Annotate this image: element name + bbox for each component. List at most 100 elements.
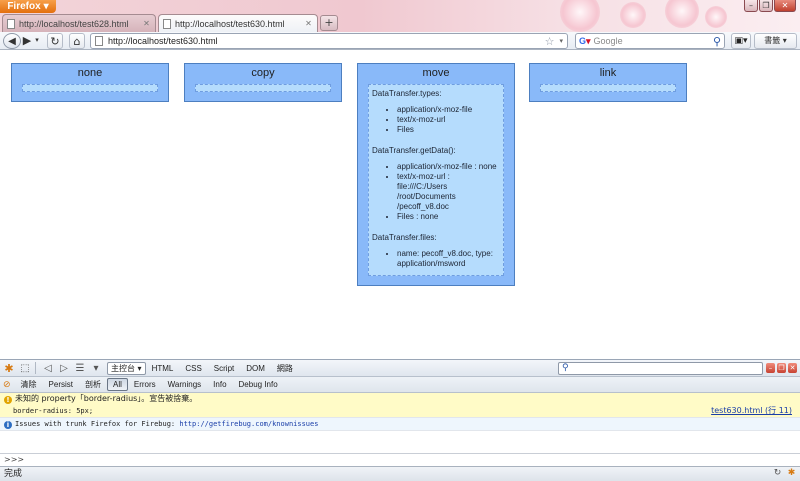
filter-warnings-button[interactable]: Warnings	[162, 380, 208, 389]
list-item: application/x-moz-file	[397, 105, 500, 115]
console-info-row: i Issues with trunk Firefox for Firebug: …	[0, 418, 800, 431]
tab-net[interactable]: 網路	[271, 363, 299, 374]
title-bar: Firefox ▾ – ❐ ✕ http://localhost/test628…	[0, 0, 800, 32]
clear-button[interactable]: 清除	[15, 379, 43, 390]
minimize-button[interactable]: –	[744, 0, 758, 12]
reload-icon: ↻	[50, 35, 60, 48]
google-icon[interactable]: G▾	[579, 36, 591, 47]
drop-zone[interactable]	[195, 84, 331, 92]
list-item: name: pecoff_v8.doc, type: application/m…	[397, 249, 500, 269]
warning-detail: border-radius: 5px;	[13, 407, 94, 415]
chevron-down-icon[interactable]: ▾	[89, 362, 103, 375]
filter-errors-button[interactable]: Errors	[128, 380, 162, 389]
drop-zone[interactable]	[540, 84, 676, 92]
bookmarks-label: 書籤	[764, 36, 781, 45]
info-icon: i	[4, 421, 12, 429]
close-icon[interactable]: ✕	[788, 363, 797, 373]
search-input[interactable]: Google	[594, 36, 710, 46]
firefox-menu-button[interactable]: Firefox ▾	[0, 0, 56, 13]
tab-css[interactable]: CSS	[179, 364, 207, 373]
forward-button[interactable]: ▶	[21, 33, 33, 49]
tab-html[interactable]: HTML	[146, 364, 180, 373]
arrow-left-icon[interactable]: ◁	[41, 362, 55, 375]
clear-icon[interactable]: ⊘	[3, 380, 11, 390]
list-item: text/x-moz-url : file:///C:/Users /root/…	[397, 172, 500, 212]
url-bar[interactable]: http://localhost/test630.html ☆ ▾	[90, 33, 568, 49]
drop-box-link[interactable]: link	[529, 63, 687, 102]
console-toolbar: ⊘ 清除 Persist 剖析 All Errors Warnings Info…	[0, 377, 800, 393]
types-heading: DataTransfer.types:	[372, 89, 442, 98]
home-icon: ⌂	[73, 35, 81, 48]
reload-button[interactable]: ↻	[47, 33, 63, 49]
getdata-heading: DataTransfer.getData():	[372, 146, 456, 155]
drop-box-none[interactable]: none	[11, 63, 169, 102]
star-icon[interactable]: ☆	[545, 35, 555, 48]
page-icon	[95, 36, 103, 46]
tab-script[interactable]: Script	[208, 364, 240, 373]
profile-button[interactable]: 剖析	[79, 379, 107, 390]
chevron-down-icon: ▾	[35, 36, 39, 44]
console-warning-row: ! 未知的 property「border-radius」。宣告被捨棄。 bord…	[0, 393, 800, 418]
home-button[interactable]: ⌂	[69, 33, 85, 49]
history-dropdown[interactable]: ▾	[33, 33, 41, 49]
drop-zone[interactable]	[22, 84, 158, 92]
search-icon: ⚲	[562, 363, 569, 373]
types-list: application/x-moz-file text/x-moz-url Fi…	[372, 105, 500, 135]
list-item: text/x-moz-url	[397, 115, 500, 125]
url-text[interactable]: http://localhost/test630.html	[108, 36, 540, 46]
firebug-toolbar: ✱ ⬚ ◁ ▷ ☰ ▾ 主控台 ▾ HTML CSS Script DOM 網路…	[0, 360, 800, 377]
window-controls: – ❐ ✕	[744, 0, 796, 12]
firebug-search-input[interactable]: ⚲	[558, 362, 763, 375]
close-window-button[interactable]: ✕	[774, 0, 796, 12]
drop-zone[interactable]: DataTransfer.types: application/x-moz-fi…	[368, 84, 504, 276]
status-icons: ↻ ✱	[772, 468, 797, 479]
warning-text: 未知的 property「border-radius」。宣告被捨棄。	[15, 394, 198, 403]
maximize-button[interactable]: ❐	[759, 0, 773, 12]
page-icon	[7, 18, 15, 29]
tab-label: http://localhost/test628.html	[19, 18, 129, 29]
detach-icon[interactable]: ❐	[777, 363, 786, 373]
warning-source-link[interactable]: test630.html (行 11)	[711, 405, 792, 417]
panel-select[interactable]: 主控台 ▾	[107, 361, 146, 375]
list-icon[interactable]: ☰	[73, 362, 87, 375]
sync-icon[interactable]: ↻	[772, 468, 783, 479]
command-line-input[interactable]: >>>	[0, 453, 800, 466]
bookmarks-button[interactable]: 書籤 ▾	[754, 33, 797, 49]
firebug-status-icon[interactable]: ✱	[786, 468, 797, 479]
command-prompt: >>>	[4, 455, 25, 464]
filter-debug-info-button[interactable]: Debug Info	[233, 380, 284, 389]
box-title: copy	[251, 67, 275, 79]
tab-test628[interactable]: http://localhost/test628.html ✕	[2, 14, 156, 32]
firefox-menu-label: Firefox	[7, 1, 41, 12]
extension-button[interactable]: ▣▾	[731, 33, 751, 49]
tab-test630[interactable]: http://localhost/test630.html ✕	[158, 14, 318, 32]
persist-button[interactable]: Persist	[43, 380, 79, 389]
getdata-list: application/x-moz-file : none text/x-moz…	[372, 162, 500, 222]
close-tab-icon[interactable]: ✕	[304, 19, 313, 28]
page-icon	[163, 18, 171, 29]
close-tab-icon[interactable]: ✕	[142, 19, 151, 28]
filter-all-button[interactable]: All	[107, 378, 128, 391]
firebug-panel: ✱ ⬚ ◁ ▷ ☰ ▾ 主控台 ▾ HTML CSS Script DOM 網路…	[0, 359, 800, 466]
box-title: move	[422, 67, 450, 79]
tab-dom[interactable]: DOM	[240, 364, 271, 373]
drop-box-copy[interactable]: copy	[184, 63, 342, 102]
filter-info-button[interactable]: Info	[207, 380, 232, 389]
knownissues-link[interactable]: http://getfirebug.com/knownissues	[179, 420, 318, 428]
navigation-toolbar: ◀ ▶ ▾ ↻ ⌂ http://localhost/test630.html …	[0, 32, 800, 50]
tab-strip: http://localhost/test628.html ✕ http://l…	[2, 13, 338, 32]
back-button[interactable]: ◀	[3, 33, 21, 49]
search-icon[interactable]: ⚲	[713, 35, 721, 48]
arrow-right-icon: ▶	[22, 34, 32, 47]
box-title: link	[599, 67, 617, 79]
status-text: 完成	[4, 469, 23, 479]
arrow-right-icon[interactable]: ▷	[57, 362, 71, 375]
info-text: Issues with trunk Firefox for Firebug:	[15, 420, 180, 428]
firebug-icon[interactable]: ✱	[2, 362, 16, 375]
inspect-icon[interactable]: ⬚	[18, 362, 32, 375]
new-tab-button[interactable]: +	[320, 15, 338, 31]
search-bar[interactable]: G▾ Google ⚲	[575, 33, 725, 49]
minimize-icon[interactable]: –	[766, 363, 775, 373]
chevron-down-icon[interactable]: ▾	[559, 37, 567, 45]
drop-box-move[interactable]: move DataTransfer.types: application/x-m…	[357, 63, 515, 286]
